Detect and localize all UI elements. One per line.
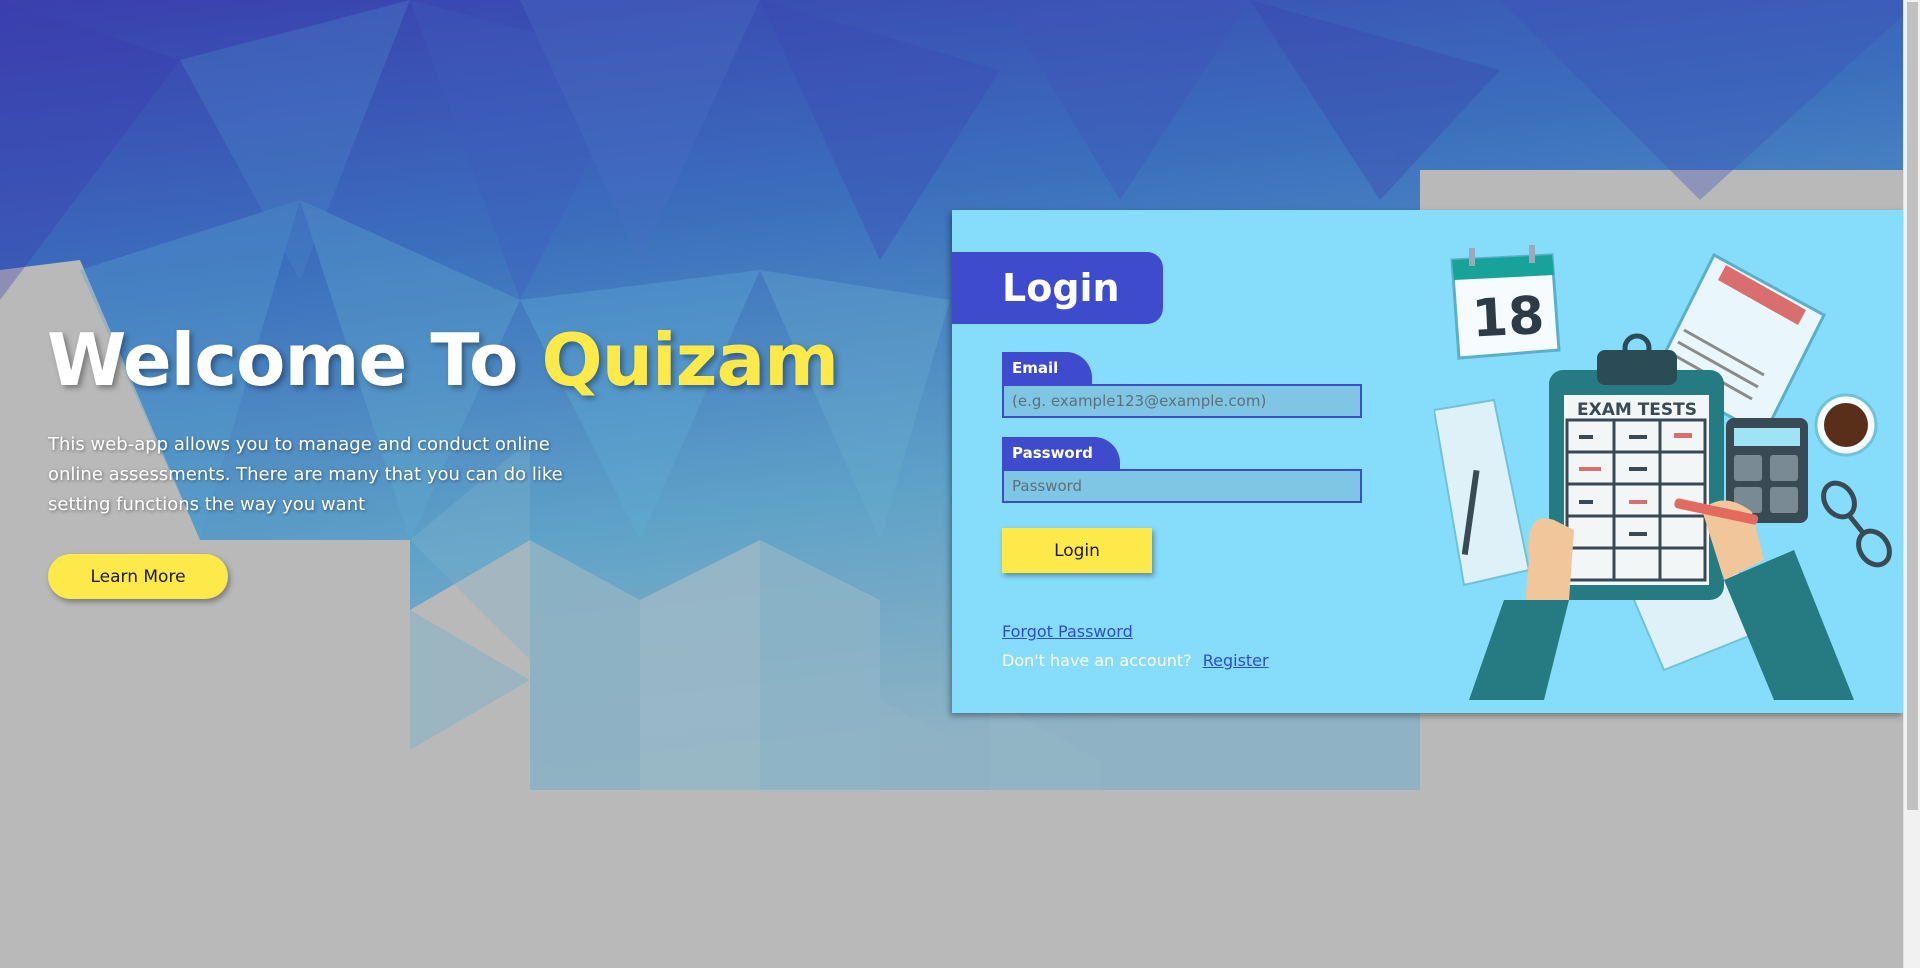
calendar-day: 18: [1470, 286, 1545, 350]
register-link[interactable]: Register: [1203, 651, 1269, 670]
clipboard-icon: [1549, 333, 1724, 600]
learn-more-button[interactable]: Learn More: [48, 554, 228, 599]
page-scrollbar[interactable]: [1903, 0, 1920, 968]
password-field[interactable]: [1002, 469, 1362, 503]
hero-description: This web-app allows you to manage and co…: [48, 434, 563, 515]
email-field[interactable]: [1002, 384, 1362, 418]
no-account-text: Don't have an account?: [1002, 651, 1192, 670]
email-label: Email: [1002, 352, 1092, 386]
forgot-password-link[interactable]: Forgot Password: [1002, 622, 1133, 641]
register-row: Don't have an account? Register: [1002, 651, 1269, 670]
clipboard-title: EXAM TESTS: [1577, 400, 1697, 420]
login-title: Login: [952, 252, 1163, 324]
hero-title: Welcome To Quizam: [47, 318, 840, 402]
login-card: Login Email Password Login Forgot Passwo…: [952, 210, 1904, 713]
login-button[interactable]: Login: [1002, 528, 1152, 573]
brand-name: Quizam: [541, 318, 840, 402]
glasses-icon: [1821, 480, 1892, 568]
exam-illustration: 18 EXAM TESTS: [1434, 245, 1892, 700]
hero-title-prefix: Welcome To: [47, 318, 542, 402]
coffee-cup-icon: [1814, 393, 1878, 457]
password-label: Password: [1002, 437, 1120, 471]
scrollbar-thumb[interactable]: [1907, 2, 1918, 810]
